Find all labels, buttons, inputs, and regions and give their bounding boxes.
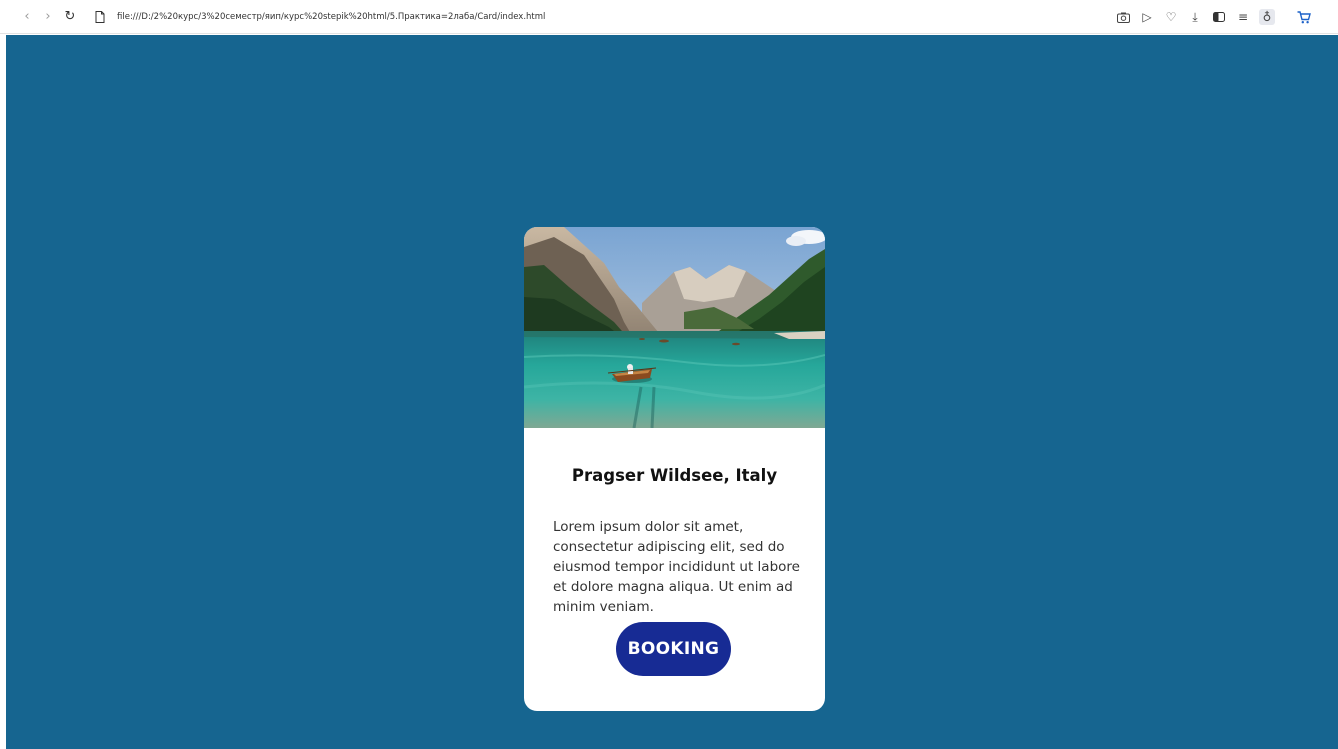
- screenshot-icon[interactable]: [1115, 9, 1131, 25]
- download-icon[interactable]: ⤓: [1187, 9, 1203, 25]
- reload-icon[interactable]: ↻: [62, 9, 78, 25]
- file-icon: [92, 9, 108, 25]
- page-background: Pragser Wildsee, Italy Lorem ipsum dolor…: [6, 35, 1338, 749]
- menu-icon[interactable]: ≡: [1235, 9, 1251, 25]
- heart-icon[interactable]: ♡: [1163, 9, 1179, 25]
- card: Pragser Wildsee, Italy Lorem ipsum dolor…: [524, 227, 825, 711]
- browser-toolbar: ‹ › ↻ file:///D:/2%20курс/3%20семестр/яи…: [0, 0, 1338, 34]
- booking-button[interactable]: BOOKING: [616, 622, 731, 676]
- address-bar[interactable]: file:///D:/2%20курс/3%20семестр/яип/курс…: [117, 9, 545, 25]
- sidebar-icon[interactable]: [1211, 9, 1227, 25]
- back-icon[interactable]: ‹: [19, 9, 35, 25]
- card-image: [524, 227, 825, 428]
- forward-icon[interactable]: ›: [40, 9, 56, 25]
- card-title: Pragser Wildsee, Italy: [571, 466, 778, 485]
- card-description: Lorem ipsum dolor sit amet, consectetur …: [553, 519, 800, 615]
- send-icon[interactable]: ▷: [1139, 9, 1155, 25]
- profile-icon[interactable]: ♁: [1259, 9, 1275, 25]
- cart-icon[interactable]: [1296, 9, 1312, 25]
